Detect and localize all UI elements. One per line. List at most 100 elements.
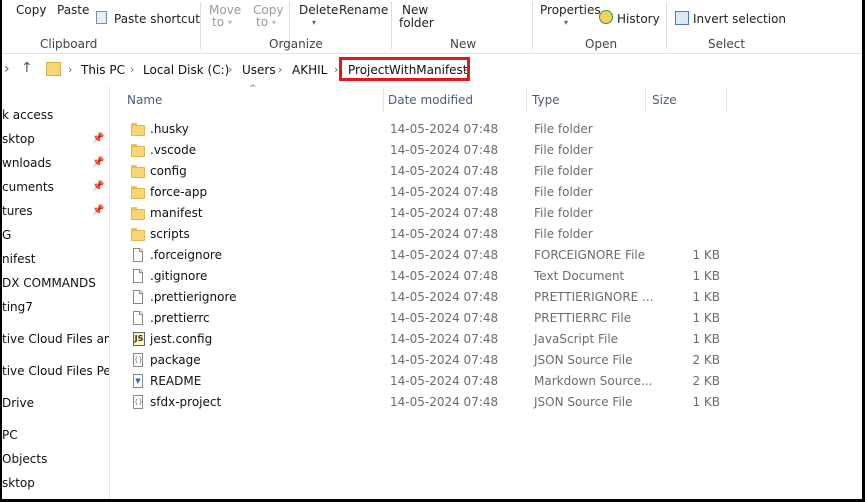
- file-type: Text Document: [534, 269, 625, 283]
- breadcrumb-users[interactable]: Users: [242, 63, 276, 77]
- file-row[interactable]: .husky 14-05-2024 07:48 File folder: [122, 119, 722, 140]
- file-name: .forceignore: [150, 248, 222, 262]
- nav-item-manifest[interactable]: nifest: [2, 252, 36, 268]
- address-bar: › ↑ › This PC › Local Disk (C:) › Users …: [2, 56, 862, 86]
- file-name: .gitignore: [150, 269, 208, 283]
- copy-to-label-2: to: [256, 15, 269, 29]
- paste-shortcut-button[interactable]: Paste shortcut: [114, 13, 200, 26]
- file-type: Markdown Source...: [534, 374, 653, 388]
- column-header: ^ Name Date modified Type Size: [110, 84, 862, 114]
- file-date: 14-05-2024 07:48: [390, 164, 499, 178]
- nav-item-pictures[interactable]: tures: [2, 204, 33, 220]
- file-date: 14-05-2024 07:48: [390, 332, 499, 346]
- nav-item-this-pc[interactable]: PC: [2, 428, 18, 444]
- ribbon-divider: [200, 2, 201, 49]
- nav-item-sfdx-commands[interactable]: DX COMMANDS: [2, 276, 96, 292]
- file-row[interactable]: .forceignore 14-05-2024 07:48 FORCEIGNORE …: [122, 245, 722, 266]
- file-type: File folder: [534, 143, 593, 157]
- file-row[interactable]: .prettierrc 14-05-2024 07:48 PRETTIERRC Fi…: [122, 308, 722, 329]
- nav-item-testing7[interactable]: ting7: [2, 300, 33, 316]
- ribbon: Copy Paste Paste shortcut Clipboard Move…: [2, 0, 862, 54]
- ribbon-divider: [666, 2, 667, 49]
- chevron-left-icon[interactable]: ›: [4, 61, 10, 77]
- paste-button[interactable]: Paste: [57, 4, 89, 17]
- nav-item-g[interactable]: G: [2, 228, 11, 244]
- column-type[interactable]: Type: [532, 93, 560, 107]
- column-date-modified[interactable]: Date modified: [388, 93, 473, 107]
- file-row[interactable]: .prettierignore 14-05-2024 07:48 PRETTIERI…: [122, 287, 722, 308]
- file-size: 2 KB: [692, 374, 720, 388]
- column-divider[interactable]: [383, 88, 384, 112]
- breadcrumb-separator-icon: ›: [68, 63, 73, 76]
- nav-item-downloads[interactable]: wnloads: [2, 156, 51, 172]
- nav-item-desktop[interactable]: sktop: [2, 132, 35, 148]
- breadcrumb-separator-icon: ›: [228, 63, 233, 76]
- highlight-box: [339, 57, 470, 81]
- file-date: 14-05-2024 07:48: [390, 395, 499, 409]
- file-name: config: [150, 164, 187, 178]
- nav-item-documents[interactable]: cuments: [2, 180, 54, 196]
- nav-item-3d-objects[interactable]: Objects: [2, 452, 47, 468]
- nav-item-desktop-2[interactable]: sktop: [2, 476, 35, 492]
- properties-button[interactable]: Properties: [540, 4, 601, 17]
- column-size[interactable]: Size: [652, 93, 677, 107]
- rename-button[interactable]: Rename: [339, 4, 388, 17]
- column-divider[interactable]: [526, 88, 527, 112]
- pin-icon: 📌: [92, 133, 105, 144]
- json-file-icon: {}: [131, 353, 145, 367]
- breadcrumb-this-pc[interactable]: This PC: [81, 63, 125, 77]
- file-row[interactable]: config 14-05-2024 07:48 File folder: [122, 161, 722, 182]
- properties-chevron-icon: ▾: [564, 18, 569, 27]
- folder-icon: [131, 164, 145, 178]
- nav-item-onedrive[interactable]: Drive: [2, 396, 34, 412]
- json-file-icon: {}: [131, 395, 145, 409]
- file-row[interactable]: JS jest.config 14-05-2024 07:48 JavaScript …: [122, 329, 722, 350]
- file-icon: [131, 290, 145, 304]
- invert-selection-button[interactable]: Invert selection: [693, 13, 786, 26]
- file-row[interactable]: {} sfdx-project 14-05-2024 07:48 JSON Sourc…: [122, 392, 722, 413]
- file-row[interactable]: manifest 14-05-2024 07:48 File folder: [122, 203, 722, 224]
- file-row[interactable]: .gitignore 14-05-2024 07:48 Text Document 1…: [122, 266, 722, 287]
- up-arrow-icon[interactable]: ↑: [21, 60, 33, 76]
- column-divider[interactable]: [726, 88, 727, 112]
- file-date: 14-05-2024 07:48: [390, 122, 499, 136]
- invert-selection-icon: [675, 11, 689, 25]
- file-name: scripts: [150, 227, 190, 241]
- file-name: .husky: [150, 122, 189, 136]
- select-group-label: Select: [708, 37, 746, 51]
- file-row[interactable]: .vscode 14-05-2024 07:48 File folder: [122, 140, 722, 161]
- file-type: JSON Source File: [534, 395, 633, 409]
- file-row[interactable]: scripts 14-05-2024 07:48 File folder: [122, 224, 722, 245]
- breadcrumb-local-disk[interactable]: Local Disk (C:): [143, 63, 229, 77]
- folder-icon: [131, 206, 145, 220]
- breadcrumb-akhil[interactable]: AKHIL: [292, 63, 327, 77]
- file-name: .vscode: [150, 143, 197, 157]
- nav-item-quick-access[interactable]: k access: [2, 108, 53, 124]
- file-row[interactable]: force-app 14-05-2024 07:48 File folder: [122, 182, 722, 203]
- column-name[interactable]: Name: [127, 93, 162, 107]
- history-button[interactable]: History: [617, 13, 660, 26]
- folder-icon: [131, 227, 145, 241]
- file-type: File folder: [534, 122, 593, 136]
- copy-button[interactable]: Copy: [16, 4, 46, 17]
- js-file-icon: JS: [131, 332, 145, 346]
- file-type: File folder: [534, 164, 593, 178]
- paste-shortcut-icon: [96, 11, 107, 24]
- file-row[interactable]: {} package 14-05-2024 07:48 JSON Source Fil…: [122, 350, 722, 371]
- file-type: PRETTIERIGNORE ...: [534, 290, 654, 304]
- column-divider[interactable]: [645, 88, 646, 112]
- clipboard-group-label: Clipboard: [40, 37, 98, 51]
- file-icon: [131, 248, 145, 262]
- nav-item-creative-cloud-files-1[interactable]: tive Cloud Files am: [2, 332, 109, 348]
- nav-item-creative-cloud-files-2[interactable]: tive Cloud Files Pers: [2, 364, 109, 380]
- file-type: FORCEIGNORE File: [534, 248, 646, 262]
- file-row[interactable]: ▼ README 14-05-2024 07:48 Markdown Source..…: [122, 371, 722, 392]
- delete-button[interactable]: Delete: [299, 4, 338, 17]
- breadcrumb-separator-icon: ›: [278, 63, 283, 76]
- file-date: 14-05-2024 07:48: [390, 311, 499, 325]
- file-name: manifest: [150, 206, 203, 220]
- sort-up-icon: ^: [249, 84, 257, 94]
- file-date: 14-05-2024 07:48: [390, 269, 499, 283]
- breadcrumb-separator-icon: ›: [130, 63, 135, 76]
- move-to-label-2: to: [212, 15, 225, 29]
